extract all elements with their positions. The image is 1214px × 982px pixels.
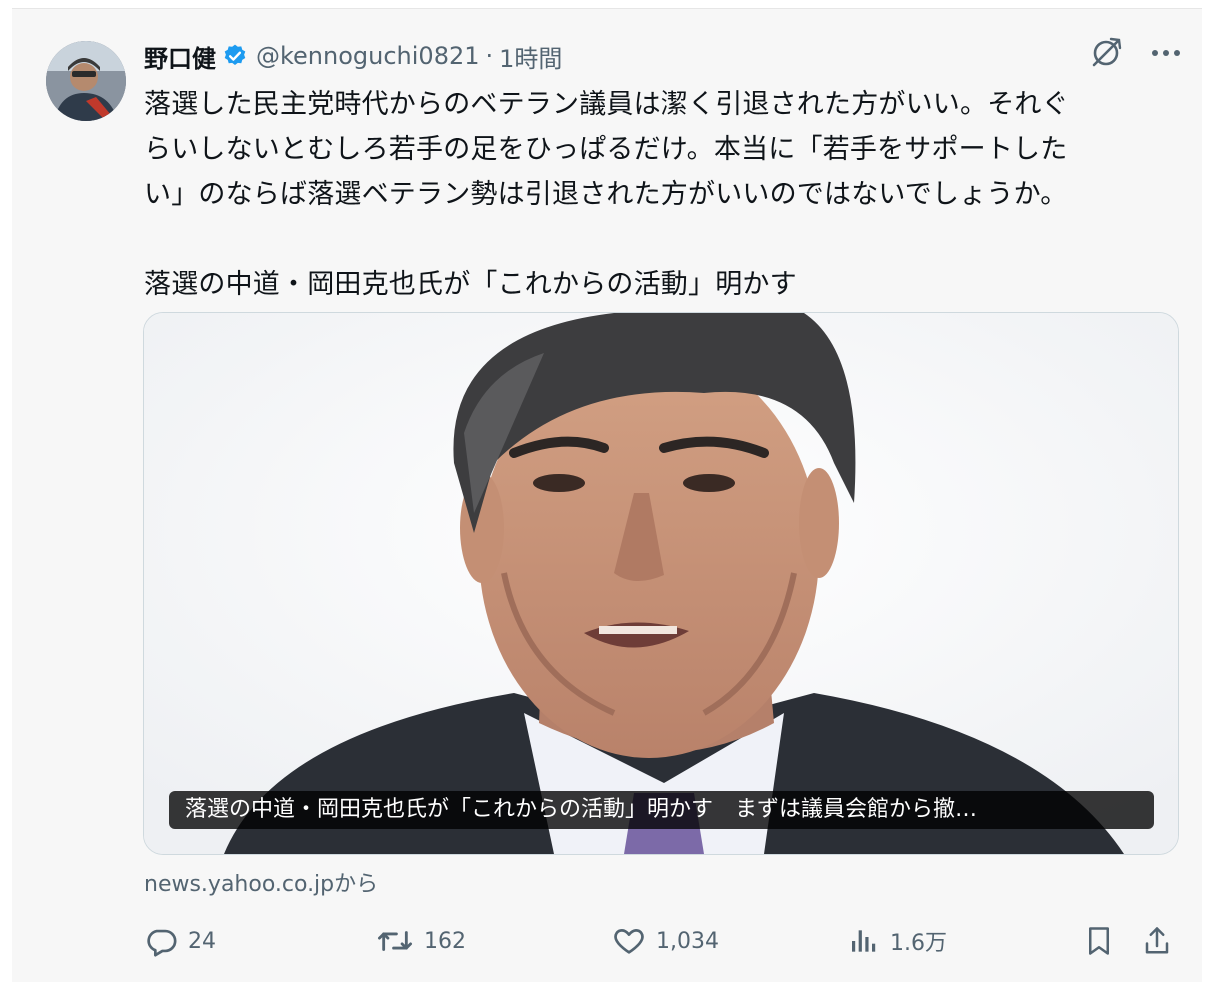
share-button[interactable]: [1142, 918, 1182, 964]
author-name[interactable]: 野口健: [144, 39, 216, 74]
tweet-line: 落選の中道・岡田克也氏が「これからの活動」明かす: [144, 269, 797, 300]
avatar[interactable]: [46, 41, 126, 121]
like-count: 1,034: [656, 928, 719, 954]
tweet-line: らいしないとむしろ若手の足をひっぱるだけ。本当に「若手をサポートした: [144, 134, 1068, 165]
card-caption: 落選の中道・岡田克也氏が「これからの活動」明かす まずは議員会館から撤…: [169, 791, 1154, 829]
separator-dot: ·: [485, 42, 494, 70]
views-button[interactable]: 1.6万: [848, 918, 947, 964]
repost-icon: [377, 931, 412, 951]
card-source[interactable]: news.yahoo.co.jpから: [144, 866, 378, 898]
grok-icon: [1092, 37, 1122, 67]
bookmark-icon: [1089, 927, 1109, 955]
bookmark-button[interactable]: [1084, 918, 1124, 964]
more-button[interactable]: [1148, 35, 1184, 71]
avatar-image: [46, 41, 126, 121]
action-bar: 24 162 1,034 1.6万: [144, 918, 1179, 964]
repost-button[interactable]: 162: [376, 918, 466, 964]
author-handle[interactable]: @kennoguchi0821: [256, 42, 480, 70]
top-actions: [1088, 35, 1184, 71]
heart-icon: [614, 929, 644, 954]
repost-count: 162: [424, 928, 466, 954]
reply-count: 24: [188, 928, 216, 954]
view-count: 1.6万: [890, 931, 947, 956]
card-photo: [144, 313, 1178, 854]
reply-button[interactable]: 24: [144, 918, 216, 964]
link-card[interactable]: 落選の中道・岡田克也氏が「これからの活動」明かす まずは議員会館から撤…: [143, 312, 1179, 855]
timestamp[interactable]: 1時間: [499, 39, 562, 74]
tweet-line: い」のならば落選ベテラン勢は引退された方がいいのではないでしょうか。: [144, 179, 1068, 210]
views-icon: [852, 930, 876, 952]
tweet-text: 落選した民主党時代からのベテラン議員は潔く引退された方がいい。それぐ らいしない…: [144, 82, 1174, 307]
like-button[interactable]: 1,034: [612, 918, 719, 964]
verified-badge-icon: [224, 44, 246, 65]
tweet-line: 落選した民主党時代からのベテラン議員は潔く引退された方がいい。それぐ: [144, 89, 1069, 120]
reply-icon: [147, 929, 177, 957]
grok-button[interactable]: [1088, 35, 1124, 71]
more-icon: [1152, 50, 1180, 56]
tweet-header: 野口健 @kennoguchi0821 · 1時間: [144, 36, 562, 76]
share-icon: [1145, 927, 1169, 954]
